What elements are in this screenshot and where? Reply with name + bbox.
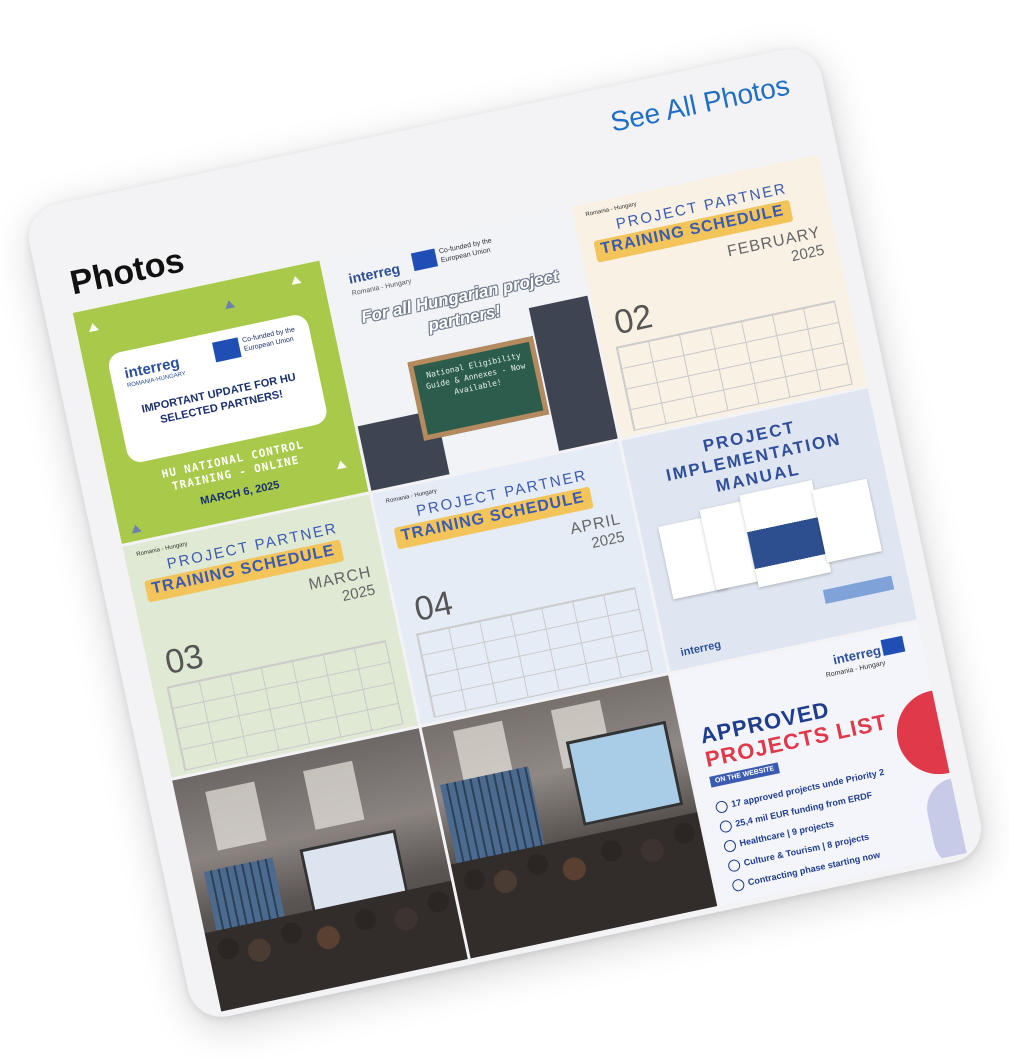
- photos-card: Photos See All Photos interreg Co-funded…: [22, 42, 988, 1024]
- eu-cofunded-text: Co-funded by the European Union: [241, 326, 296, 354]
- eu-flag-icon: [410, 248, 439, 272]
- triangle-decoration: [290, 275, 302, 285]
- photo-tile-hungarian-partners[interactable]: interreg Co-funded by the European Union…: [322, 207, 618, 491]
- eu-flag-icon: [212, 337, 242, 363]
- photo-tile-schedule-march[interactable]: Romania - Hungary PROJECT PARTNER TRAINI…: [122, 494, 419, 778]
- check-icon: [722, 838, 738, 854]
- photo-tile-schedule-february[interactable]: Romania - Hungary PROJECT PARTNER TRAINI…: [571, 154, 868, 438]
- photo-tile-conference-room-2[interactable]: [421, 675, 718, 959]
- photo-tile-approved-projects[interactable]: interreg Romania - Hungary APPROVED PROJ…: [671, 622, 967, 906]
- triangle-decoration: [87, 322, 99, 333]
- red-circle-decoration: [889, 682, 967, 782]
- schedule-month-number: 03: [161, 636, 207, 682]
- see-all-photos-link[interactable]: See All Photos: [608, 69, 793, 138]
- check-icon: [727, 858, 742, 873]
- check-icon: [731, 878, 746, 893]
- chalkboard-text: National Eligibility Guide & Annexes - N…: [425, 350, 527, 397]
- triangle-decoration: [223, 299, 236, 310]
- interreg-logo: interreg: [679, 638, 723, 659]
- check-icon: [714, 799, 729, 815]
- photo-tile-schedule-april[interactable]: Romania - Hungary PROJECT PARTNER TRAINI…: [371, 441, 668, 725]
- blob-decoration: [921, 772, 967, 873]
- eu-cofunded-text: Co-funded by the European Union: [438, 237, 493, 265]
- eu-flag-icon: [880, 635, 906, 656]
- photo-tile-implementation-manual[interactable]: PROJECT IMPLEMENTATION MANUAL interreg: [621, 388, 917, 672]
- schedule-month-number: 04: [411, 583, 457, 629]
- chalkboard: National Eligibility Guide & Annexes - N…: [407, 335, 550, 441]
- check-icon: [718, 819, 733, 834]
- download-banner: [822, 575, 895, 604]
- triangle-decoration: [130, 523, 142, 534]
- photo-tile-hu-national-control[interactable]: interreg Co-funded by the European Union…: [72, 260, 369, 544]
- triangle-decoration: [335, 459, 347, 470]
- schedule-month-number: 02: [610, 297, 656, 343]
- photo-tile-conference-room-1[interactable]: [172, 728, 468, 1012]
